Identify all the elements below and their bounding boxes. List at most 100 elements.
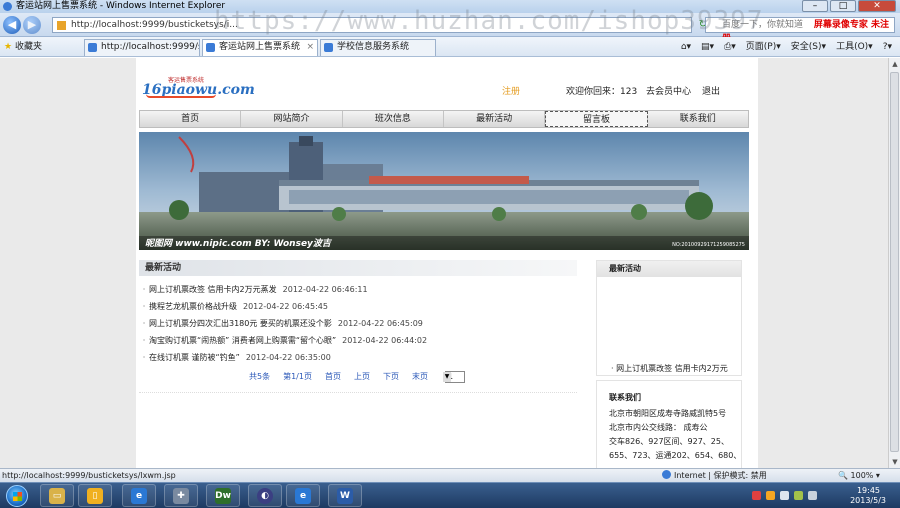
maximize-button[interactable]: □ bbox=[830, 0, 856, 12]
nav-home[interactable]: 首页 bbox=[140, 111, 242, 127]
page-select[interactable]: 1▼ bbox=[443, 371, 465, 383]
home-icon[interactable]: ⌂▾ bbox=[681, 40, 691, 54]
favorites-bar: ★ 收藏夹 http://localhost:9999/sc... 客运站网上售… bbox=[0, 37, 900, 57]
command-bar: ⌂▾ ▤▾ ⎙▾ 页面(P)▾ 安全(S)▾ 工具(O)▾ ?▾ bbox=[681, 40, 892, 54]
logout-link[interactable]: 退出 bbox=[702, 84, 720, 97]
tab-label: 客运站网上售票系统 bbox=[219, 42, 301, 52]
page-gutter-left bbox=[0, 58, 136, 468]
page-menu[interactable]: 页面(P)▾ bbox=[746, 40, 781, 54]
window-title: 客运站网上售票系统 - Windows Internet Explorer bbox=[16, 1, 226, 11]
help-tray-icon[interactable] bbox=[780, 491, 789, 500]
explorer-task[interactable]: ▭ bbox=[40, 484, 74, 507]
nav-guestbook[interactable]: 留言板 bbox=[545, 111, 648, 127]
tab-page-icon bbox=[206, 43, 215, 52]
windows-logo-icon bbox=[13, 492, 22, 501]
nav-schedules[interactable]: 班次信息 bbox=[343, 111, 444, 127]
logo-swoosh bbox=[146, 94, 216, 98]
pager-prev-link[interactable]: 上页 bbox=[354, 372, 370, 381]
news-date: 2012-04-22 06:45:45 bbox=[243, 302, 328, 311]
ime-tray-icon[interactable] bbox=[766, 491, 775, 500]
news-date: 2012-04-22 06:44:02 bbox=[342, 336, 428, 345]
clock-date[interactable]: 2013/5/3 bbox=[850, 496, 886, 505]
news-item[interactable]: · 在线订机票 谨防被“钓鱼” 2012-04-22 06:35:00 bbox=[139, 350, 577, 366]
recorder-tray-icon[interactable] bbox=[752, 491, 761, 500]
dreamweaver-task[interactable]: Dw bbox=[206, 484, 240, 507]
eclipse-task[interactable]: ◐ bbox=[248, 484, 282, 507]
close-window-button[interactable]: ✕ bbox=[858, 0, 896, 12]
tab-close-icon[interactable]: × bbox=[306, 40, 314, 55]
welcome-text: 欢迎你回来：123 bbox=[566, 87, 638, 97]
scroll-up-icon[interactable]: ▲ bbox=[891, 60, 899, 68]
pager-first-link[interactable]: 首页 bbox=[325, 372, 341, 381]
dreamweaver-icon: Dw bbox=[215, 488, 231, 504]
nav-about[interactable]: 网站简介 bbox=[241, 111, 343, 127]
sidebar-contact-title: 联系我们 bbox=[609, 393, 641, 402]
taskbar: ▭ ▯ e ✚ Dw ◐ e W 19:45 2013/5/3 bbox=[0, 482, 900, 508]
address-field[interactable]: http://localhost:9999/busticketsys/i... bbox=[52, 17, 692, 33]
pager-last-link[interactable]: 末页 bbox=[412, 372, 428, 381]
globe-icon bbox=[662, 470, 671, 479]
folder-icon: ▭ bbox=[49, 488, 65, 504]
sidebar-contact-panel: 联系我们 北京市朝阳区成寿寺路威凯特5号 北京市内公交线路： 成寿公 交车826… bbox=[596, 380, 742, 470]
tools-icon: ✚ bbox=[173, 488, 189, 504]
window-titlebar: 客运站网上售票系统 - Windows Internet Explorer – … bbox=[0, 0, 900, 13]
news-title: 携程艺龙机票价格战升级 bbox=[149, 302, 237, 311]
page-scrollbar[interactable]: ▲ ▼ bbox=[888, 58, 900, 468]
safety-menu[interactable]: 安全(S)▾ bbox=[791, 40, 826, 54]
back-button[interactable]: ◀ bbox=[3, 16, 21, 34]
browser-tab-2[interactable]: 客运站网上售票系统 × bbox=[202, 39, 318, 56]
volume-tray-icon[interactable] bbox=[808, 491, 817, 500]
register-link[interactable]: 注册 bbox=[502, 84, 520, 97]
news-item[interactable]: · 网上订机票改签 信用卡内2万元蒸发 2012-04-22 06:46:11 bbox=[139, 282, 577, 298]
scroll-down-icon[interactable]: ▼ bbox=[891, 458, 899, 466]
news-item[interactable]: · 携程艺龙机票价格战升级 2012-04-22 06:45:45 bbox=[139, 299, 577, 315]
tools-task[interactable]: ✚ bbox=[164, 484, 198, 507]
clock-time[interactable]: 19:45 bbox=[857, 486, 880, 495]
window-controls: – □ ✕ bbox=[802, 0, 896, 12]
member-center-link[interactable]: 去会员中心 bbox=[646, 84, 691, 97]
notes-task[interactable]: ▯ bbox=[78, 484, 112, 507]
search-input[interactable]: 百度一下，你就知道 屏幕录像专家 未注册 bbox=[705, 17, 895, 44]
ie-task-2[interactable]: e bbox=[286, 484, 320, 507]
forward-button[interactable]: ▶ bbox=[23, 16, 41, 34]
word-task[interactable]: W bbox=[328, 484, 362, 507]
tools-menu[interactable]: 工具(O)▾ bbox=[836, 40, 873, 54]
nav-contact[interactable]: 联系我们 bbox=[648, 111, 748, 127]
help-icon[interactable]: ?▾ bbox=[883, 40, 892, 54]
site-logo[interactable]: 客运售票系统 16piaowu.com bbox=[142, 77, 255, 100]
tab-page-icon bbox=[324, 43, 333, 52]
star-icon: ★ bbox=[4, 42, 13, 52]
news-date: 2012-04-22 06:46:11 bbox=[282, 285, 368, 294]
ie-task[interactable]: e bbox=[122, 484, 156, 507]
address-text: http://localhost:9999/busticketsys/i... bbox=[71, 20, 238, 30]
news-item[interactable]: · 网上订机票分四次汇出3180元 要买的机票还没个影 2012-04-22 06:… bbox=[139, 316, 577, 332]
tray-icons bbox=[752, 491, 817, 500]
network-tray-icon[interactable] bbox=[794, 491, 803, 500]
status-bar: http://localhost:9999/busticketsys/lxwm.… bbox=[0, 468, 900, 482]
zoom-control[interactable]: 🔍 100% ▾ bbox=[838, 469, 880, 482]
print-icon[interactable]: ⎙▾ bbox=[724, 40, 736, 54]
tab-page-icon bbox=[88, 43, 97, 52]
pager-next-link[interactable]: 下页 bbox=[383, 372, 399, 381]
news-item[interactable]: · 淘宝购订机票“闹热额” 消费者网上购票需“留个心眼” 2012-04-22 06… bbox=[139, 333, 577, 349]
start-button[interactable] bbox=[6, 485, 28, 507]
sidebar-latest-item[interactable]: · 网上订机票改签 信用卡内2万元 bbox=[611, 363, 728, 374]
scroll-thumb[interactable] bbox=[890, 72, 899, 452]
page-icon bbox=[57, 21, 66, 30]
news-title: 淘宝购订机票“闹热额” 消费者网上购票需“留个心眼” bbox=[149, 336, 337, 345]
banner-caption: 昵图网 www.nipic.com BY: Wonsey波吉 bbox=[145, 239, 331, 249]
news-title: 网上订机票改签 信用卡内2万元蒸发 bbox=[149, 285, 277, 294]
browser-tab-1[interactable]: http://localhost:9999/sc... bbox=[84, 39, 200, 56]
security-zone: Internet | 保护模式: 禁用 bbox=[662, 469, 767, 482]
favorites-button[interactable]: ★ 收藏夹 bbox=[4, 40, 42, 54]
divider bbox=[139, 392, 577, 393]
feeds-icon[interactable]: ▤▾ bbox=[701, 40, 714, 54]
browser-tab-3[interactable]: 学校信息服务系统 bbox=[320, 39, 436, 56]
sidebar-latest-panel: 最新活动 · 网上订机票改签 信用卡内2万元 bbox=[596, 260, 742, 376]
tab-label: 学校信息服务系统 bbox=[337, 42, 410, 52]
minimize-button[interactable]: – bbox=[802, 0, 828, 12]
nav-activities[interactable]: 最新活动 bbox=[444, 111, 546, 127]
contact-line: 北京市内公交线路： 成寿公 bbox=[609, 423, 708, 432]
ie-app-icon bbox=[3, 2, 12, 11]
status-url: http://localhost:9999/busticketsys/lxwm.… bbox=[2, 471, 176, 480]
